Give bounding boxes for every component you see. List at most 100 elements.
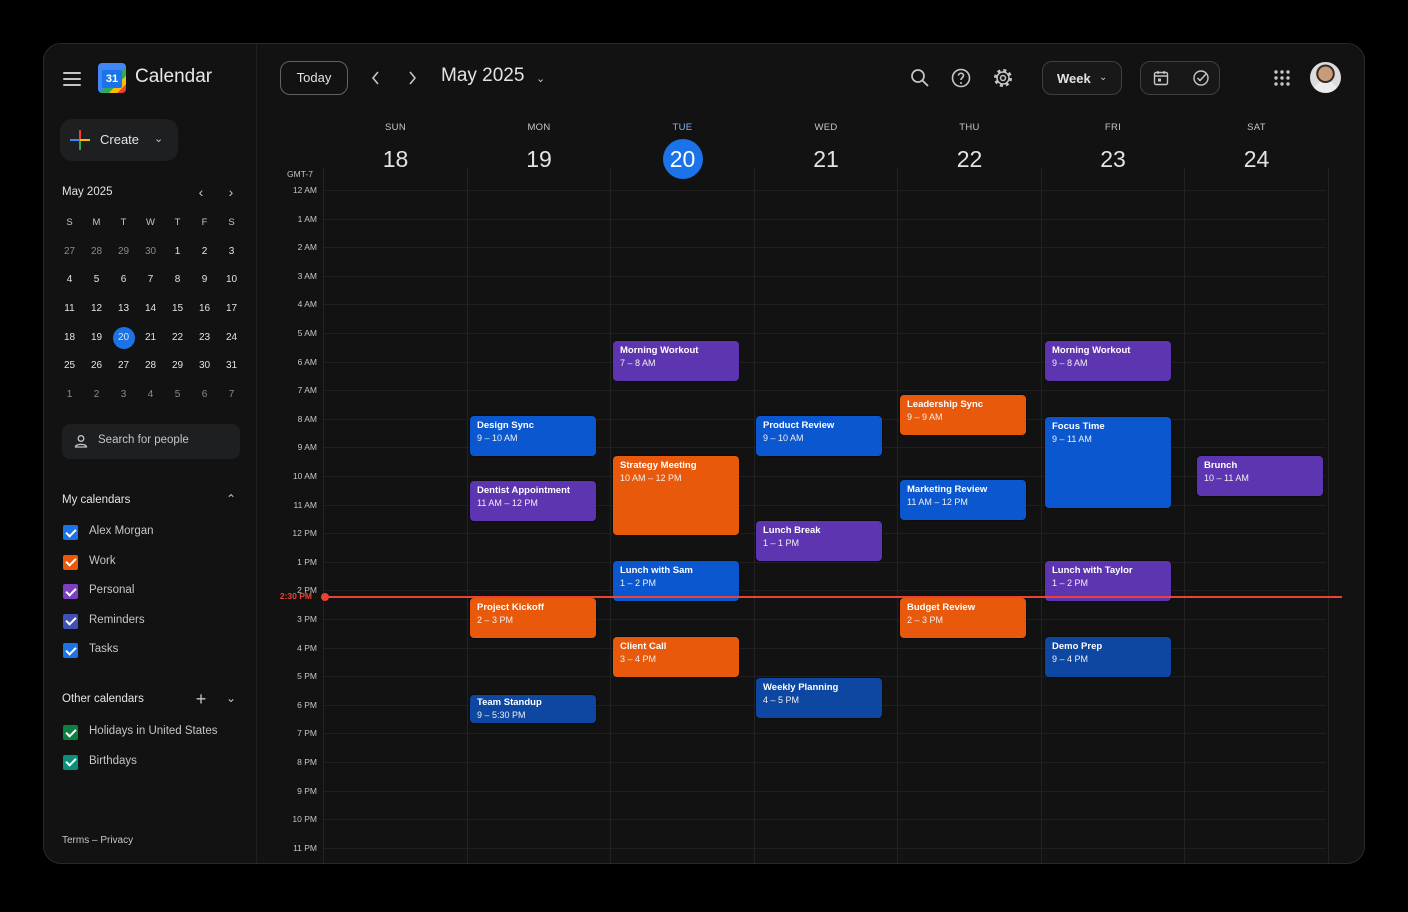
mini-day-cell[interactable]: 1 <box>164 241 191 263</box>
mini-day-cell[interactable]: 18 <box>56 327 83 349</box>
mini-day-cell[interactable]: 5 <box>164 384 191 406</box>
mini-day-cell[interactable]: 31 <box>218 355 245 377</box>
calendar-item[interactable]: Work <box>62 553 242 573</box>
help-icon[interactable] <box>948 65 974 91</box>
add-calendar-plus-icon[interactable]: + <box>193 689 209 710</box>
calendar-checkbox[interactable] <box>63 525 78 540</box>
mini-day-cell[interactable]: 19 <box>83 327 110 349</box>
mini-day-cell[interactable]: 22 <box>164 327 191 349</box>
event-block[interactable]: Strategy Meeting 10 AM – 12 PM <box>613 456 739 535</box>
calendar-toggle-button[interactable] <box>1141 62 1181 94</box>
mini-day-cell[interactable]: 13 <box>110 298 137 320</box>
mini-day-cell[interactable]: 1 <box>56 384 83 406</box>
expand-chevron-down-icon[interactable]: ⌄ <box>223 691 239 705</box>
mini-prev-month-icon[interactable]: ‹ <box>193 184 209 200</box>
mini-day-cell[interactable]: 15 <box>164 298 191 320</box>
event-block[interactable]: Team Standup 9 – 5:30 PM <box>470 695 596 723</box>
event-block[interactable]: Brunch 10 – 11 AM <box>1197 456 1323 496</box>
calendar-item[interactable]: Birthdays <box>62 753 242 773</box>
mini-day-cell[interactable]: 28 <box>137 355 164 377</box>
day-header[interactable]: SAT 24 <box>1185 122 1328 179</box>
mini-day-cell[interactable]: 30 <box>191 355 218 377</box>
tasks-toggle-button[interactable] <box>1181 62 1221 94</box>
calendar-checkbox[interactable] <box>63 643 78 658</box>
calendar-item[interactable]: Personal <box>62 582 242 602</box>
mini-day-cell[interactable]: 17 <box>218 298 245 320</box>
mini-day-cell[interactable]: 5 <box>83 269 110 291</box>
day-header[interactable]: THU 22 <box>898 122 1041 179</box>
mini-day-cell[interactable]: 12 <box>83 298 110 320</box>
mini-day-cell[interactable]: 23 <box>191 327 218 349</box>
event-block[interactable]: Morning Workout 7 – 8 AM <box>613 341 739 381</box>
calendar-item[interactable]: Alex Morgan <box>62 523 242 543</box>
create-button[interactable]: Create ⌄ <box>60 119 178 161</box>
event-block[interactable]: Focus Time 9 – 11 AM <box>1045 417 1171 508</box>
event-block[interactable]: Client Call 3 – 4 PM <box>613 637 739 677</box>
month-dropdown-chevron-icon[interactable]: ⌄ <box>536 72 545 85</box>
calendar-checkbox[interactable] <box>63 725 78 740</box>
calendar-checkbox[interactable] <box>63 613 78 629</box>
event-block[interactable]: Lunch Break 1 – 1 PM <box>756 521 882 561</box>
mini-day-cell[interactable]: 6 <box>191 384 218 406</box>
calendar-item[interactable]: Reminders <box>62 612 242 632</box>
day-header[interactable]: MON 19 <box>468 122 611 179</box>
main-menu-icon[interactable] <box>63 72 81 86</box>
mini-day-cell[interactable]: 21 <box>137 327 164 349</box>
event-block[interactable]: Product Review 9 – 10 AM <box>756 416 882 456</box>
mini-day-cell[interactable]: 24 <box>218 327 245 349</box>
collapse-chevron-up-icon[interactable]: ⌃ <box>223 492 239 506</box>
event-block[interactable]: Marketing Review 11 AM – 12 PM <box>900 480 1026 520</box>
mini-day-cell[interactable]: 4 <box>137 384 164 406</box>
mini-day-cell[interactable]: 6 <box>110 269 137 291</box>
next-week-icon[interactable] <box>402 68 422 88</box>
mini-day-cell[interactable]: 26 <box>83 355 110 377</box>
mini-day-cell[interactable]: 14 <box>137 298 164 320</box>
user-avatar[interactable] <box>1310 62 1341 93</box>
terms-privacy-links[interactable]: Terms – Privacy <box>62 835 133 846</box>
event-block[interactable]: Demo Prep 9 – 4 PM <box>1045 637 1171 677</box>
mini-day-cell[interactable]: 11 <box>56 298 83 320</box>
mini-day-cell[interactable]: 20 <box>110 326 137 349</box>
apps-grid-icon[interactable] <box>1269 65 1295 91</box>
mini-day-cell[interactable]: 3 <box>218 241 245 263</box>
search-people-input[interactable]: Search for people <box>62 424 240 459</box>
mini-day-cell[interactable]: 16 <box>191 298 218 320</box>
mini-day-cell[interactable]: 4 <box>56 269 83 291</box>
day-header[interactable]: FRI 23 <box>1042 122 1185 179</box>
mini-day-cell[interactable]: 27 <box>56 241 83 263</box>
current-month-label[interactable]: May 2025 <box>441 65 524 87</box>
event-block[interactable]: Design Sync 9 – 10 AM <box>470 416 596 456</box>
calendar-checkbox[interactable] <box>63 754 78 770</box>
mini-day-cell[interactable]: 9 <box>191 269 218 291</box>
previous-week-icon[interactable] <box>366 68 386 88</box>
event-block[interactable]: Leadership Sync 9 – 9 AM <box>900 395 1026 435</box>
day-header[interactable]: SUN 18 <box>324 122 467 179</box>
search-icon[interactable] <box>907 65 933 91</box>
mini-day-cell[interactable]: 25 <box>56 355 83 377</box>
mini-day-cell[interactable]: 27 <box>110 355 137 377</box>
mini-day-cell[interactable]: 28 <box>83 241 110 263</box>
calendar-item[interactable]: Tasks <box>62 641 242 661</box>
mini-day-cell[interactable]: 2 <box>83 384 110 406</box>
mini-day-cell[interactable]: 30 <box>137 241 164 263</box>
mini-day-cell[interactable]: 7 <box>137 269 164 291</box>
event-block[interactable]: Morning Workout 9 – 8 AM <box>1045 341 1171 381</box>
mini-day-cell[interactable]: 7 <box>218 384 245 406</box>
mini-day-cell[interactable]: 2 <box>191 241 218 263</box>
mini-day-cell[interactable]: 29 <box>110 241 137 263</box>
mini-day-cell[interactable]: 10 <box>218 269 245 291</box>
event-block[interactable]: Weekly Planning 4 – 5 PM <box>756 678 882 718</box>
day-header[interactable]: TUE 20 <box>611 122 754 179</box>
event-block[interactable]: Dentist Appointment 11 AM – 12 PM <box>470 481 596 521</box>
mini-day-cell[interactable]: 29 <box>164 355 191 377</box>
mini-day-cell[interactable]: 8 <box>164 269 191 291</box>
event-block[interactable]: Lunch with Sam 1 – 2 PM <box>613 561 739 601</box>
calendar-item[interactable]: Holidays in United States <box>62 723 242 743</box>
mini-day-cell[interactable]: 3 <box>110 384 137 406</box>
mini-next-month-icon[interactable]: › <box>223 184 239 200</box>
settings-icon[interactable] <box>990 65 1016 91</box>
today-button[interactable]: Today <box>280 61 348 95</box>
calendar-checkbox[interactable] <box>63 584 78 599</box>
view-switcher-dropdown[interactable]: Week ⌄ <box>1042 61 1122 95</box>
event-block[interactable]: Budget Review 2 – 3 PM <box>900 598 1026 638</box>
